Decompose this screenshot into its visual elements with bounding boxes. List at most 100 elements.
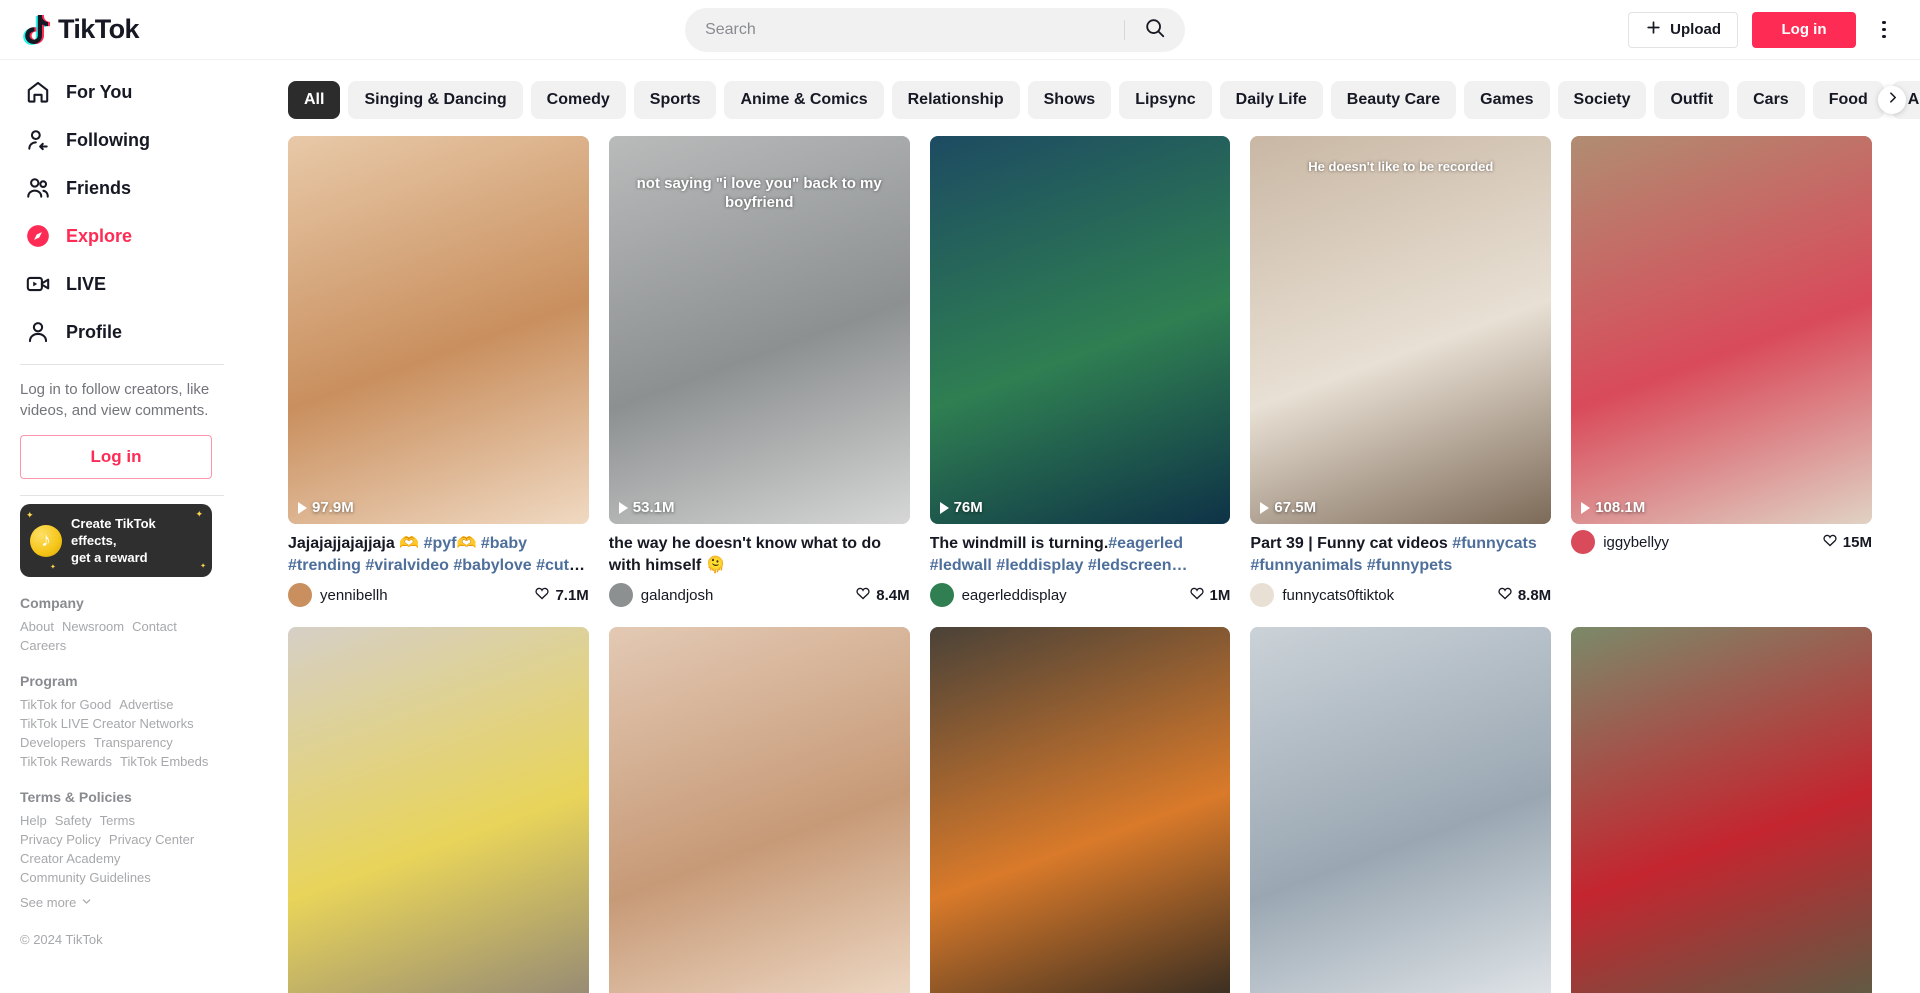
category-chip[interactable]: Sports: [633, 81, 717, 119]
category-chip[interactable]: Lipsync: [1119, 81, 1212, 119]
upload-button[interactable]: Upload: [1628, 11, 1738, 48]
video-caption[interactable]: Part 39 | Funny cat videos #funnycats #f…: [1250, 533, 1551, 577]
copyright-text: © 2024 TikTok: [20, 932, 103, 947]
play-icon: [618, 501, 628, 514]
more-options-icon[interactable]: [1870, 12, 1898, 48]
see-more-button[interactable]: See more: [20, 895, 232, 910]
video-author[interactable]: eagerleddisplay: [929, 583, 1067, 608]
header-login-button[interactable]: Log in: [1752, 11, 1856, 48]
promo-line-2: get a reward: [71, 550, 148, 565]
category-chip[interactable]: Comedy: [530, 81, 626, 119]
author-username: yennibellh: [320, 586, 388, 604]
category-chip[interactable]: Beauty Care: [1330, 81, 1457, 119]
footer-link[interactable]: Transparency: [94, 733, 173, 752]
footer-link[interactable]: About: [20, 617, 54, 636]
category-chip[interactable]: All: [288, 81, 341, 119]
footer-link[interactable]: Privacy Center: [109, 830, 194, 849]
chips-scroll-right-button[interactable]: [1878, 86, 1906, 114]
view-count-value: 76M: [953, 499, 983, 517]
video-card[interactable]: [288, 627, 589, 993]
video-thumbnail[interactable]: [288, 627, 589, 993]
video-author[interactable]: funnycats0ftiktok: [1250, 583, 1394, 608]
video-caption[interactable]: the way he doesn't know what to do with …: [609, 533, 910, 577]
video-thumbnail[interactable]: not saying "i love you" back to my boyfr…: [608, 136, 910, 525]
like-count: 8.8M: [1497, 585, 1551, 605]
category-chip[interactable]: Food: [1812, 81, 1884, 119]
category-chip[interactable]: Games: [1464, 81, 1550, 119]
video-card[interactable]: [1571, 627, 1872, 993]
search-box[interactable]: [685, 7, 1186, 52]
footer-link[interactable]: Contact: [132, 617, 177, 636]
footer-link[interactable]: Newsroom: [62, 617, 124, 636]
video-author[interactable]: yennibellh: [288, 583, 388, 608]
category-chip[interactable]: Relationship: [891, 81, 1020, 119]
video-meta: eagerleddisplay 1M: [929, 583, 1231, 608]
upload-label: Upload: [1670, 21, 1721, 38]
sidebar-item-live[interactable]: LIVE: [20, 260, 232, 308]
footer-link[interactable]: Developers: [20, 733, 86, 752]
footer-link[interactable]: Creator Academy: [20, 849, 120, 868]
video-card[interactable]: not saying "i love you" back to my boyfr…: [608, 136, 910, 608]
video-thumbnail[interactable]: 76M: [929, 136, 1231, 525]
video-author[interactable]: iggybellyy: [1571, 530, 1669, 555]
video-caption[interactable]: The windmill is turning.#eagerled #ledwa…: [930, 533, 1231, 577]
footer-links-company: About Newsroom Contact Careers: [20, 617, 216, 655]
category-chip[interactable]: Daily Life: [1219, 81, 1323, 119]
sidebar-item-profile[interactable]: Profile: [20, 308, 232, 356]
footer-link[interactable]: Community Guidelines: [20, 868, 151, 887]
video-thumbnail[interactable]: 97.9M: [288, 136, 589, 525]
thumbnail-image: [929, 136, 1231, 525]
category-chip[interactable]: Shows: [1027, 81, 1112, 119]
sidebar-item-for-you[interactable]: For You: [20, 68, 232, 116]
footer-link[interactable]: TikTok LIVE Creator Networks: [20, 714, 194, 733]
sidebar-login-button[interactable]: Log in: [20, 435, 212, 479]
search-button[interactable]: [1125, 8, 1185, 52]
video-thumbnail[interactable]: [1250, 627, 1552, 993]
footer-link[interactable]: Terms: [100, 811, 135, 830]
video-caption[interactable]: Jajajajjajajjaja 🫶 #pyf🫶 #baby #trending…: [288, 533, 589, 577]
heart-icon: [1497, 585, 1513, 605]
search-input[interactable]: [685, 20, 1125, 39]
footer-title-program: Program: [20, 673, 78, 689]
like-count-value: 1M: [1209, 586, 1231, 604]
video-thumbnail[interactable]: 108.1M: [1571, 136, 1872, 525]
video-author[interactable]: galandjosh: [608, 583, 713, 608]
category-chip[interactable]: Cars: [1737, 81, 1805, 119]
video-thumbnail[interactable]: [1571, 627, 1872, 993]
footer-link[interactable]: TikTok Rewards: [20, 752, 112, 771]
category-chip[interactable]: Anime & Comics: [724, 81, 884, 119]
sidebar-item-friends[interactable]: Friends: [20, 164, 232, 212]
sparkle-icon: ✦: [195, 509, 203, 519]
video-card[interactable]: 97.9M Jajajajjajajjaja 🫶 #pyf🫶 #baby #tre…: [288, 136, 589, 608]
video-card[interactable]: 108.1M iggybellyy 15M: [1571, 136, 1872, 607]
tiktok-logo[interactable]: TikTok: [22, 13, 242, 47]
sidebar-divider-1: [20, 364, 224, 365]
video-thumbnail[interactable]: He doesn't like to be recorded 67.5M: [1250, 136, 1552, 525]
login-prompt-text: Log in to follow creators, like videos, …: [20, 381, 210, 419]
video-card[interactable]: [929, 627, 1231, 993]
category-chip[interactable]: Outfit: [1654, 81, 1730, 119]
footer-link[interactable]: TikTok Embeds: [120, 752, 208, 771]
category-chip[interactable]: Singing & Dancing: [348, 81, 523, 119]
video-thumbnail[interactable]: [929, 627, 1231, 993]
footer-link[interactable]: Careers: [20, 636, 66, 655]
sparkle-icon: ✦: [26, 510, 34, 520]
footer-link[interactable]: Help: [20, 811, 47, 830]
video-card[interactable]: [1250, 627, 1552, 993]
sidebar-item-following[interactable]: Following: [20, 116, 232, 164]
category-chip[interactable]: Society: [1557, 81, 1647, 119]
video-meta: funnycats0ftiktok 8.8M: [1250, 583, 1551, 608]
like-count-value: 8.4M: [876, 586, 910, 604]
profile-icon: [22, 316, 54, 348]
footer-link[interactable]: Safety: [55, 811, 92, 830]
footer-link[interactable]: Privacy Policy: [20, 830, 101, 849]
video-card[interactable]: [608, 627, 910, 993]
video-card[interactable]: He doesn't like to be recorded 67.5M Part …: [1250, 136, 1552, 608]
footer-link[interactable]: TikTok for Good: [20, 695, 111, 714]
create-effects-promo[interactable]: ✦ ✦ ✦ ✦ ♪ Create TikTok effects, get a r…: [20, 504, 212, 577]
video-card[interactable]: 76M The windmill is turning.#eagerled #le…: [929, 136, 1231, 608]
sidebar-item-explore[interactable]: Explore: [20, 212, 232, 260]
video-thumbnail[interactable]: [608, 627, 910, 993]
sidebar-nav: For You Following Friends Explore LIVE P…: [20, 68, 232, 356]
footer-link[interactable]: Advertise: [119, 695, 173, 714]
